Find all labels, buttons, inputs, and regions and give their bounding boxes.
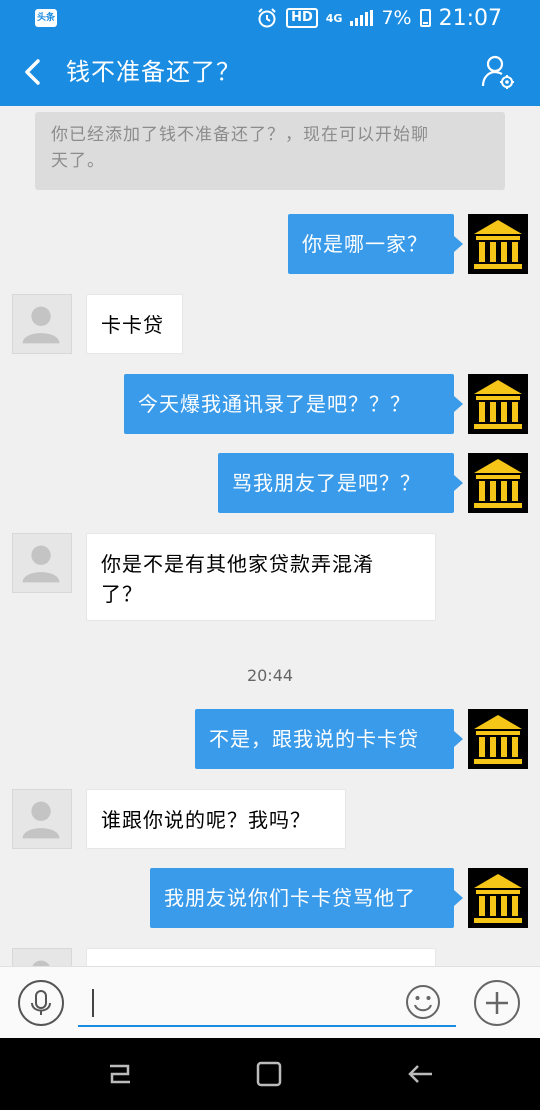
message-timestamp: 20:44 bbox=[246, 666, 294, 685]
bank-building-icon bbox=[474, 220, 522, 269]
voice-input-button[interactable] bbox=[18, 980, 64, 1026]
chat-area[interactable]: 你已经添加了钱不准备还了？，现在可以开始聊 天了。 你是哪一家？ 卡卡贷 今天爆… bbox=[0, 106, 540, 966]
bank-building-icon bbox=[474, 380, 522, 429]
bubble-tail bbox=[454, 396, 463, 412]
bank-building-icon bbox=[474, 715, 522, 764]
message-text: 我朋友说你们卡卡贷骂他了 bbox=[164, 886, 416, 910]
bubble-tail bbox=[454, 731, 463, 747]
news-app-icon: 头条 bbox=[35, 9, 57, 27]
clock-time: 21:07 bbox=[438, 5, 502, 31]
bank-building-icon bbox=[474, 459, 522, 508]
message-bubble[interactable]: 谁跟你说的呢？我吗？ bbox=[86, 789, 346, 849]
message-bubble[interactable]: 卡卡贷 bbox=[86, 294, 183, 354]
home-button[interactable] bbox=[251, 1056, 287, 1092]
profile-settings-button[interactable] bbox=[478, 52, 518, 92]
message-text: 今天爆我通讯录了是吧？？？ bbox=[138, 392, 411, 416]
message-in: 你是不是有其他家贷款弄混淆 了？ bbox=[0, 533, 540, 623]
hd-badge: HD bbox=[286, 8, 318, 28]
battery-icon bbox=[419, 9, 431, 27]
message-out: 我朋友说你们卡卡贷骂他了 bbox=[0, 868, 540, 930]
message-bubble[interactable]: 骂我朋友了是吧？？ bbox=[218, 453, 454, 513]
bubble-tail bbox=[454, 236, 463, 252]
emoji-button[interactable] bbox=[404, 983, 442, 1021]
message-in: 谁跟你说的呢？我吗？ bbox=[0, 789, 540, 851]
bubble-tail bbox=[454, 890, 463, 906]
system-notice-line1: 你已经添加了钱不准备还了？，现在可以开始聊 bbox=[51, 125, 429, 145]
emoji-icon bbox=[406, 985, 440, 1019]
back-nav-button[interactable] bbox=[402, 1056, 438, 1092]
message-text-line2: 了？ bbox=[101, 582, 143, 606]
message-bubble[interactable]: 不是，跟我说的卡卡贷 bbox=[195, 709, 454, 769]
more-options-button[interactable] bbox=[474, 980, 520, 1026]
recent-apps-button[interactable] bbox=[102, 1056, 138, 1092]
message-bubble[interactable]: 你是哪一家？ bbox=[288, 214, 454, 274]
plus-icon bbox=[486, 992, 508, 1014]
message-bubble[interactable]: 今天爆我通讯录了是吧？？？ bbox=[124, 374, 454, 434]
bank-avatar[interactable] bbox=[468, 453, 528, 513]
bank-avatar[interactable] bbox=[468, 709, 528, 769]
system-notice-line2: 天了。 bbox=[51, 151, 105, 171]
contact-avatar[interactable] bbox=[12, 294, 72, 354]
microphone-icon bbox=[31, 990, 51, 1015]
network-type: 4G bbox=[325, 11, 343, 25]
message-text: 骂我朋友了是吧？？ bbox=[232, 471, 421, 495]
chat-title: 钱不准备还了？ bbox=[66, 58, 241, 86]
person-silhouette-icon bbox=[22, 306, 60, 344]
message-input-bar bbox=[0, 966, 540, 1038]
person-silhouette-icon bbox=[22, 545, 60, 583]
message-text: 卡卡贷 bbox=[101, 313, 164, 337]
system-notice: 你已经添加了钱不准备还了？，现在可以开始聊 天了。 bbox=[35, 112, 505, 190]
message-out: 你是哪一家？ bbox=[0, 214, 540, 276]
message-text-input[interactable] bbox=[78, 981, 456, 1027]
system-navigation-bar bbox=[0, 1038, 540, 1110]
status-indicators: HD 4G 7% 21:07 bbox=[256, 0, 502, 36]
back-nav-icon bbox=[408, 1065, 432, 1083]
recent-apps-icon bbox=[110, 1064, 130, 1084]
bank-avatar[interactable] bbox=[468, 374, 528, 434]
message-out: 今天爆我通讯录了是吧？？？ bbox=[0, 374, 540, 436]
message-in-partial bbox=[0, 948, 540, 966]
bank-avatar[interactable] bbox=[468, 214, 528, 274]
contact-avatar[interactable] bbox=[12, 533, 72, 593]
profile-settings-icon bbox=[481, 55, 514, 89]
message-out: 不是，跟我说的卡卡贷 bbox=[0, 709, 540, 771]
alarm-icon bbox=[258, 8, 276, 28]
contact-avatar[interactable] bbox=[12, 789, 72, 849]
text-caret bbox=[92, 989, 94, 1017]
message-in: 卡卡贷 bbox=[0, 294, 540, 356]
message-text: 你是哪一家？ bbox=[302, 232, 428, 256]
person-silhouette-icon bbox=[32, 960, 50, 966]
bank-avatar[interactable] bbox=[468, 868, 528, 928]
message-bubble[interactable]: 你是不是有其他家贷款弄混淆 了？ bbox=[86, 533, 436, 621]
message-text: 不是，跟我说的卡卡贷 bbox=[209, 727, 419, 751]
signal-icon bbox=[350, 10, 374, 26]
status-bar: 头条 HD 4G 7% 21:07 bbox=[0, 0, 540, 36]
contact-avatar[interactable] bbox=[12, 948, 72, 966]
bubble-tail bbox=[454, 475, 463, 491]
message-bubble[interactable]: 我朋友说你们卡卡贷骂他了 bbox=[150, 868, 454, 928]
chat-header: 钱不准备还了？ bbox=[0, 36, 540, 106]
person-silhouette-icon bbox=[22, 801, 60, 839]
back-button[interactable] bbox=[14, 52, 54, 92]
message-out: 骂我朋友了是吧？？ bbox=[0, 453, 540, 515]
home-icon bbox=[256, 1061, 282, 1087]
back-arrow-icon bbox=[25, 59, 40, 85]
message-text: 谁跟你说的呢？我吗？ bbox=[101, 808, 311, 832]
bank-building-icon bbox=[474, 874, 522, 923]
message-bubble[interactable] bbox=[86, 948, 436, 966]
battery-percent: 7% bbox=[381, 7, 412, 29]
message-text-line1: 你是不是有其他家贷款弄混淆 bbox=[101, 552, 374, 576]
